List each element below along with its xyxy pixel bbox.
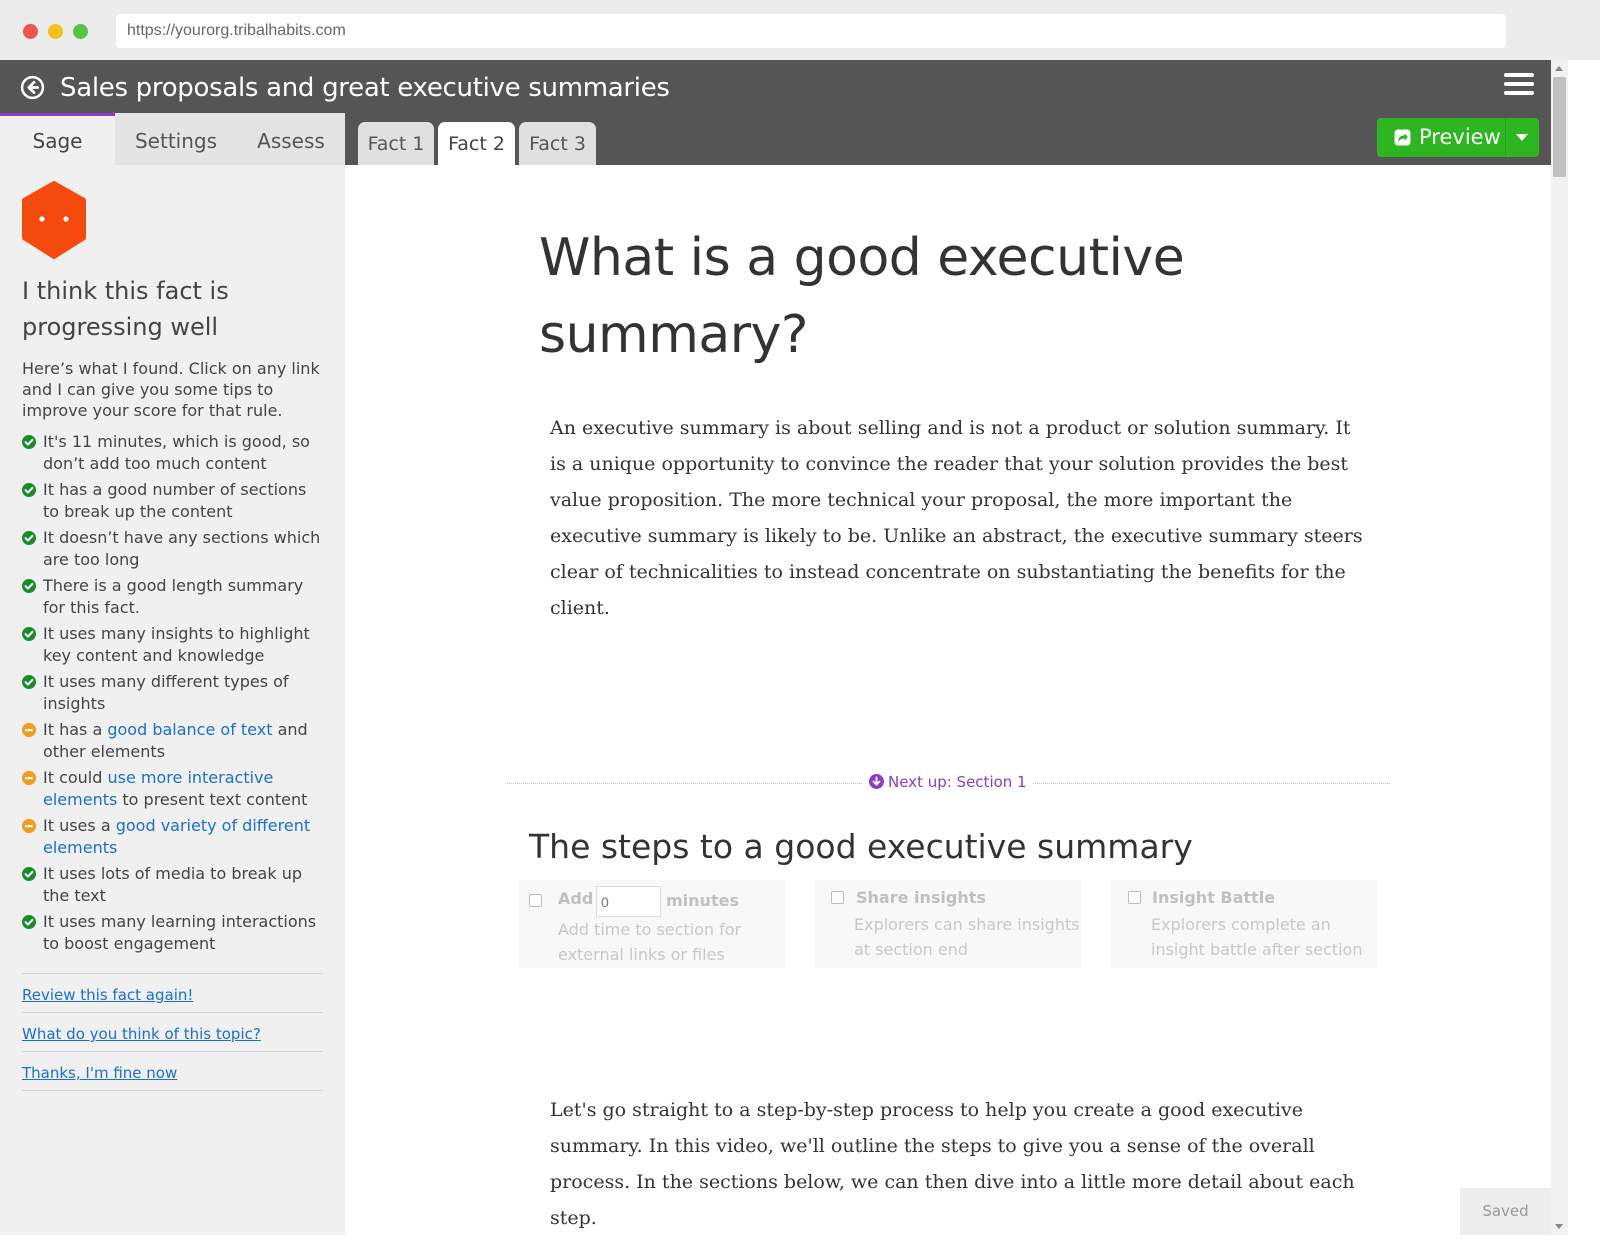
course-title: Sales proposals and great executive summ… bbox=[60, 73, 670, 103]
add-time-description: Add time to section for external links o… bbox=[558, 920, 742, 964]
fact-title[interactable]: What is a good executive summary? bbox=[539, 220, 1239, 374]
tab-fact-1[interactable]: Fact 1 bbox=[358, 122, 434, 165]
share-insights-option: Share insights Explorers can share insig… bbox=[815, 880, 1081, 968]
add-time-option: Add minutes Add time to section for exte… bbox=[519, 880, 785, 968]
rule-item: It uses lots of media to break up the te… bbox=[22, 863, 327, 907]
fact-editor: What is a good executive summary? An exe… bbox=[345, 165, 1551, 1235]
scroll-down-arrow-icon[interactable] bbox=[1555, 1224, 1563, 1229]
tab-fact-2[interactable]: Fact 2 bbox=[438, 122, 515, 165]
close-window-dot[interactable] bbox=[23, 24, 38, 39]
sage-intro: Here’s what I found. Click on any link a… bbox=[22, 359, 320, 420]
insight-battle-option: Insight Battle Explorers complete an ins… bbox=[1111, 880, 1377, 968]
rule-tip-link[interactable]: good balance of text bbox=[107, 720, 272, 739]
tab-fact-3[interactable]: Fact 3 bbox=[519, 122, 596, 165]
sidebar-tabs: Sage Settings Assess bbox=[0, 113, 345, 165]
rule-item: It has a good number of sections to brea… bbox=[22, 479, 327, 523]
chevron-down-icon[interactable] bbox=[1516, 134, 1528, 141]
rule-item: It's 11 minutes, which is good, so don’t… bbox=[22, 431, 327, 475]
rule-item: It uses many learning interactions to bo… bbox=[22, 911, 327, 955]
browser-toolbar: https://yourorg.tribalhabits.com bbox=[0, 0, 1600, 60]
add-label: Add bbox=[558, 889, 594, 908]
rule-item: It uses many different types of insights bbox=[22, 671, 327, 715]
preview-divider bbox=[1505, 118, 1506, 157]
rule-item: There is a good length summary for this … bbox=[22, 575, 327, 619]
sage-links: Review this fact again! What do you thin… bbox=[22, 973, 323, 1091]
minutes-input[interactable] bbox=[596, 886, 661, 917]
rule-text: It uses many different types of insights bbox=[43, 672, 289, 713]
check-circle-icon bbox=[22, 579, 36, 593]
preview-button[interactable]: Preview bbox=[1377, 118, 1539, 157]
dismiss-sage-link[interactable]: Thanks, I'm fine now bbox=[22, 1052, 323, 1091]
arrow-down-circle-icon bbox=[869, 774, 884, 789]
tab-settings[interactable]: Settings bbox=[115, 113, 237, 165]
sage-heading: I think this fact is progressing well bbox=[22, 277, 229, 341]
minus-circle-icon bbox=[22, 819, 36, 833]
rule-item: It uses many insights to highlight key c… bbox=[22, 623, 327, 667]
sage-sidebar: I think this fact is progressing well He… bbox=[0, 165, 345, 1235]
preview-label: Preview bbox=[1419, 125, 1501, 149]
section-title[interactable]: The steps to a good executive summary bbox=[529, 825, 1193, 869]
check-circle-icon bbox=[22, 531, 36, 545]
page-scrollbar[interactable] bbox=[1551, 60, 1568, 1235]
rule-text: It's 11 minutes, which is good, so don’t… bbox=[43, 432, 310, 473]
rule-list: It's 11 minutes, which is good, so don’t… bbox=[22, 431, 327, 959]
minutes-label: minutes bbox=[666, 891, 739, 910]
rule-text: It has a good number of sections to brea… bbox=[43, 480, 307, 521]
back-arrow-circle-icon[interactable] bbox=[20, 75, 45, 100]
browser-window: https://yourorg.tribalhabits.com Sales p… bbox=[0, 0, 1600, 1260]
rule-item: It could use more interactive elements t… bbox=[22, 767, 327, 811]
check-circle-icon bbox=[22, 435, 36, 449]
check-circle-icon bbox=[22, 915, 36, 929]
share-insights-checkbox[interactable] bbox=[831, 891, 844, 904]
rule-item: It doesn’t have any sections which are t… bbox=[22, 527, 327, 571]
scrollbar-thumb[interactable] bbox=[1553, 77, 1566, 177]
hamburger-menu-icon[interactable] bbox=[1504, 73, 1534, 98]
share-preview-icon bbox=[1394, 129, 1411, 146]
minimize-window-dot[interactable] bbox=[48, 24, 63, 39]
next-up-label: Next up: Section 1 bbox=[888, 773, 1027, 791]
section-body-text[interactable]: Let's go straight to a step-by-step proc… bbox=[550, 1092, 1365, 1235]
insight-battle-title: Insight Battle bbox=[1152, 888, 1276, 907]
check-circle-icon bbox=[22, 627, 36, 641]
tab-sage[interactable]: Sage bbox=[0, 113, 115, 165]
rule-item: It uses a good variety of different elem… bbox=[22, 815, 327, 859]
rule-text-after: to present text content bbox=[117, 790, 308, 809]
rule-text: It uses many insights to highlight key c… bbox=[43, 624, 310, 665]
rule-item: It has a good balance of text and other … bbox=[22, 719, 327, 763]
tab-assess[interactable]: Assess bbox=[237, 113, 345, 165]
share-insights-description: Explorers can share insights at section … bbox=[854, 915, 1080, 959]
insight-battle-checkbox[interactable] bbox=[1128, 891, 1141, 904]
rule-text: It doesn’t have any sections which are t… bbox=[43, 528, 321, 569]
share-insights-title: Share insights bbox=[856, 888, 986, 907]
insight-battle-description: Explorers complete an insight battle aft… bbox=[1151, 915, 1363, 959]
review-fact-link[interactable]: Review this fact again! bbox=[22, 974, 323, 1013]
minus-circle-icon bbox=[22, 771, 36, 785]
rule-text: It uses lots of media to break up the te… bbox=[43, 864, 303, 905]
minus-circle-icon bbox=[22, 723, 36, 737]
rule-text: There is a good length summary for this … bbox=[43, 576, 304, 617]
check-circle-icon bbox=[22, 867, 36, 881]
feedback-topic-link[interactable]: What do you think of this topic? bbox=[22, 1013, 323, 1052]
address-bar[interactable]: https://yourorg.tribalhabits.com bbox=[116, 14, 1506, 48]
add-time-checkbox[interactable] bbox=[529, 894, 542, 907]
scroll-up-arrow-icon[interactable] bbox=[1555, 66, 1563, 71]
rule-text-before: It has a bbox=[43, 720, 108, 739]
fact-summary[interactable]: An executive summary is about selling an… bbox=[550, 410, 1365, 626]
check-circle-icon bbox=[22, 483, 36, 497]
rule-text-before: It could bbox=[43, 768, 108, 787]
next-up-marker: Next up: Section 1 bbox=[863, 771, 1033, 793]
rule-text: It uses many learning interactions to bo… bbox=[43, 912, 317, 953]
saved-status-badge: Saved bbox=[1460, 1188, 1551, 1235]
rule-text-before: It uses a bbox=[43, 816, 116, 835]
check-circle-icon bbox=[22, 675, 36, 689]
maximize-window-dot[interactable] bbox=[73, 24, 88, 39]
sage-avatar-icon bbox=[22, 181, 86, 259]
